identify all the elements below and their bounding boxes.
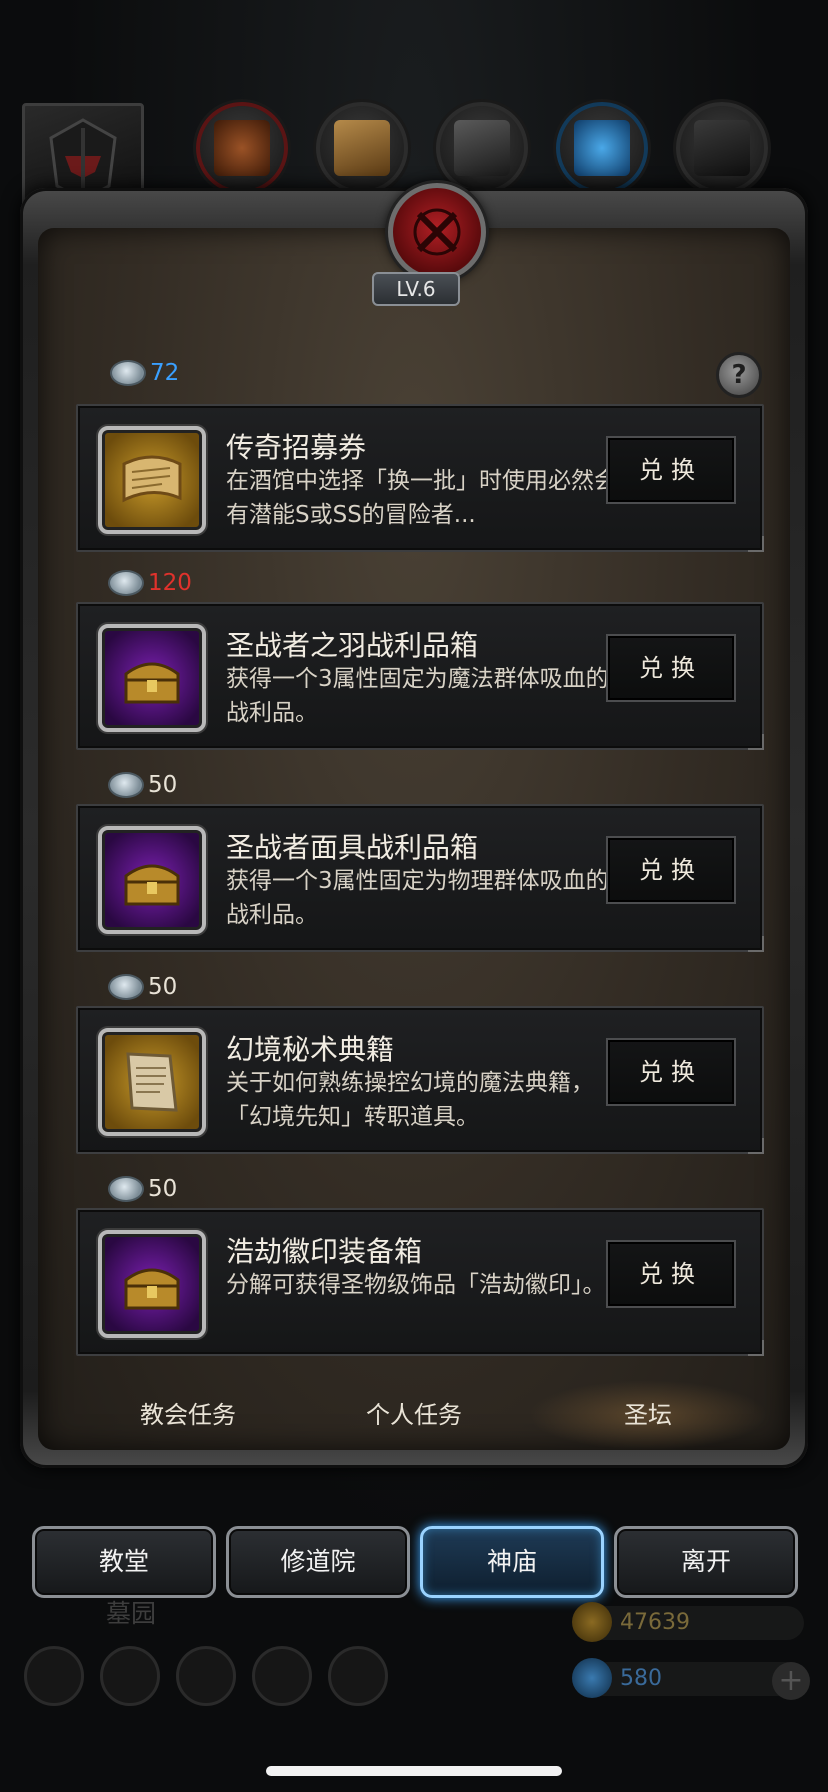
hero-icon[interactable] [100,1646,160,1706]
gold-amount: 47639 [620,1610,690,1635]
item-title: 幻境秘术典籍 [226,1033,395,1066]
wood-orb[interactable] [316,102,408,194]
item-description: 在酒馆中选择「换一批」时使用必然会有潜能S或SS的冒险者... [226,468,617,528]
exchange-button[interactable]: 兑换 [606,436,736,504]
nav-church-button[interactable]: 教堂 [32,1526,216,1598]
tab-altar[interactable]: 圣坛 [528,1380,768,1450]
item-card: 圣战者之羽战利品箱 获得一个3属性固定为魔法群体吸血的战利品。 兑换 [76,602,764,750]
item-description: 关于如何熟练操控幻境的魔法典籍，「幻境先知」转职道具。 [226,1070,594,1130]
item-title: 圣战者面具战利品箱 [226,831,479,864]
price-amount: 50 [148,772,178,798]
price-tag: 50 [108,1174,177,1204]
item-title: 浩劫徽印装备箱 [226,1235,423,1268]
list-item: 传奇招募券 在酒馆中选择「换一批」时使用必然会有潜能S或SS的冒险者... 兑换 [76,398,764,586]
item-description: 获得一个3属性固定为物理群体吸血的战利品。 [226,868,609,928]
mail-icon[interactable] [252,1646,312,1706]
parchment-icon [98,1028,206,1136]
meat-orb[interactable] [196,102,288,194]
tab-church-quests[interactable]: 教会任务 [98,1380,278,1450]
price-amount: 120 [148,570,192,596]
gem-amount: 580 [620,1666,662,1691]
list-item: 50 幻境秘术典籍 关于如何熟练操控幻境的魔法典籍，「幻境先知」转职道具。 兑换 [76,962,764,1154]
gem-bar: 580 [572,1658,804,1698]
item-title: 传奇招募券 [226,431,367,464]
add-gems-button[interactable]: + [772,1662,810,1700]
gold-icon [572,1602,612,1642]
nav-leave-button[interactable]: 离开 [614,1526,798,1598]
home-indicator [266,1766,562,1776]
currency-display: 72 [110,358,179,388]
guild-icon[interactable] [176,1646,236,1706]
treasure-chest-icon [98,1230,206,1338]
exchange-button[interactable]: 兑换 [606,836,736,904]
location-label: 墓园 [106,1599,157,1628]
item-card: 传奇招募券 在酒馆中选择「换一批」时使用必然会有潜能S或SS的冒险者... 兑换 [76,404,764,552]
item-title: 圣战者之羽战利品箱 [226,629,479,662]
tab-bar: 教会任务 个人任务 圣坛 [58,1380,770,1450]
altar-panel: 72 ? 传奇招募券 在酒馆中选择「换一批」时使用必然会有潜能S或SS的冒险者.… [38,228,790,1450]
gem-icon [572,1658,612,1698]
item-description: 分解可获得圣物级饰品「浩劫徽印」。 [226,1272,606,1298]
price-tag: 50 [108,972,177,1002]
list-item: 50 浩劫徽印装备箱 分解可获得圣物级饰品「浩劫徽印」。 兑换 [76,1150,764,1356]
altar-emblem [388,183,486,281]
nav-temple-button[interactable]: 神庙 [420,1526,604,1598]
silver-coin-icon [110,360,146,386]
currency-amount: 72 [150,360,180,386]
inventory-icon[interactable] [328,1646,388,1706]
item-card: 幻境秘术典籍 关于如何熟练操控幻境的魔法典籍，「幻境先知」转职道具。 兑换 [76,1006,764,1154]
tab-personal-quests[interactable]: 个人任务 [324,1380,504,1450]
settings-icon[interactable] [24,1646,84,1706]
silver-coin-icon [108,974,144,1000]
silver-coin-icon [108,772,144,798]
crossed-swords-icon [413,208,461,256]
price-tag: 120 [108,568,192,598]
price-amount: 50 [148,1176,178,1202]
iron-orb[interactable] [436,102,528,194]
help-button[interactable]: ? [716,352,762,398]
altar-panel-frame: 72 ? 传奇招募券 在酒馆中选择「换一批」时使用必然会有潜能S或SS的冒险者.… [20,183,808,1468]
list-item: 120 圣战者之羽战利品箱 获得一个3属性固定为魔法群体吸血的战利品。 兑换 [76,570,764,774]
treasure-chest-icon [98,624,206,732]
exchange-list: 传奇招募券 在酒馆中选择「换一批」时使用必然会有潜能S或SS的冒险者... 兑换… [76,398,764,1356]
exchange-button[interactable]: 兑换 [606,634,736,702]
price-tag: 50 [108,770,177,800]
treasure-chest-icon [98,826,206,934]
scroll-icon [98,426,206,534]
exchange-button[interactable]: 兑换 [606,1038,736,1106]
silver-coin-icon [108,570,144,596]
item-card: 浩劫徽印装备箱 分解可获得圣物级饰品「浩劫徽印」。 兑换 [76,1208,764,1356]
ore-orb[interactable] [676,102,768,194]
list-item: 50 圣战者面具战利品箱 获得一个3属性固定为物理群体吸血的战利品。 兑换 [76,772,764,962]
gold-bar: 47639 [572,1602,804,1642]
price-amount: 50 [148,974,178,1000]
crystal-orb[interactable] [556,102,648,194]
silver-coin-icon [108,1176,144,1202]
nav-monastery-button[interactable]: 修道院 [226,1526,410,1598]
item-card: 圣战者面具战利品箱 获得一个3属性固定为物理群体吸血的战利品。 兑换 [76,804,764,952]
exchange-button[interactable]: 兑换 [606,1240,736,1308]
level-badge: LV.6 [372,272,460,306]
item-description: 获得一个3属性固定为魔法群体吸血的战利品。 [226,666,609,726]
